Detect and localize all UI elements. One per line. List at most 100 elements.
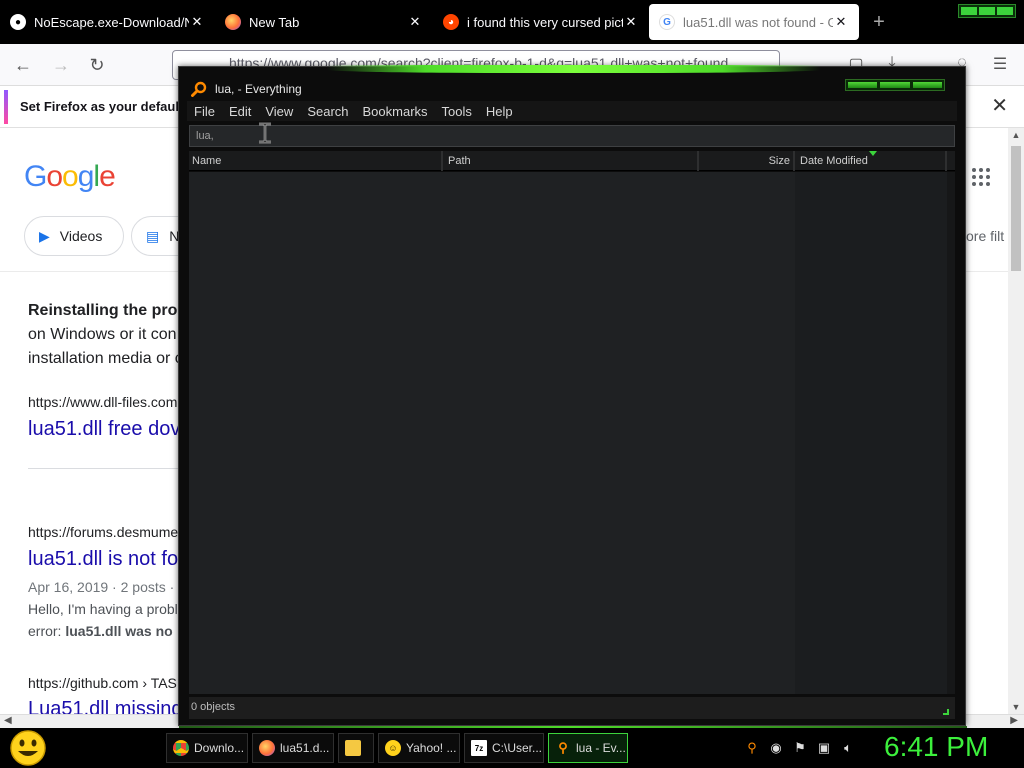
network-icon[interactable]: ▣ bbox=[816, 740, 832, 756]
window-glow bbox=[327, 65, 821, 73]
scroll-up-arrow-icon[interactable]: ▲ bbox=[1008, 128, 1024, 142]
result-title-link[interactable]: lua51.dll is not fo bbox=[28, 548, 178, 571]
scrollbar-thumb[interactable] bbox=[1011, 146, 1021, 271]
taskbar-label: Yahoo! ... bbox=[406, 741, 457, 755]
google-icon: G bbox=[659, 14, 675, 30]
taskbar-button-yahoo[interactable]: ☺ Yahoo! ... bbox=[378, 733, 460, 763]
menu-edit[interactable]: Edit bbox=[222, 104, 258, 119]
result-title-link[interactable]: lua51.dll free dov bbox=[28, 418, 180, 441]
play-icon: ▶ bbox=[39, 227, 50, 244]
action-center-flag-icon[interactable]: ⚑ bbox=[792, 740, 808, 756]
chat-tray-icon[interactable]: ◉ bbox=[768, 740, 784, 756]
folder-icon bbox=[345, 740, 361, 756]
search-input[interactable] bbox=[189, 125, 955, 147]
window-title: lua, - Everything bbox=[215, 82, 302, 96]
google-logo[interactable]: Google bbox=[24, 160, 116, 194]
taskbar-clock[interactable]: 6:41 PM bbox=[884, 731, 988, 763]
taskbar-button-explorer[interactable] bbox=[338, 733, 374, 763]
tab-new-tab[interactable]: New Tab ✕ bbox=[215, 0, 433, 44]
results-column-header: Name Path Size Date Modified bbox=[189, 151, 955, 171]
menu-help[interactable]: Help bbox=[479, 104, 520, 119]
window-controls[interactable] bbox=[958, 4, 1016, 18]
result-text: installation media or c bbox=[28, 350, 183, 367]
result-title-link[interactable]: Lua51.dll missing bbox=[28, 698, 183, 714]
firefox-tab-strip: ● NoEscape.exe-Download/NoE ✕ New Tab ✕ … bbox=[0, 0, 1024, 44]
back-arrow-icon[interactable]: ← bbox=[12, 54, 34, 76]
result-separator bbox=[28, 468, 178, 469]
github-icon: ● bbox=[10, 14, 26, 30]
taskbar-label: lua - Ev... bbox=[576, 741, 626, 755]
chip-label: Videos bbox=[59, 228, 103, 244]
filter-chip-videos[interactable]: ▶ Videos bbox=[24, 216, 124, 256]
result-url[interactable]: https://github.com › TAS bbox=[28, 675, 177, 691]
taskbar-button-everything[interactable]: ⚲ lua - Ev... bbox=[548, 733, 628, 763]
menu-view[interactable]: View bbox=[258, 104, 300, 119]
tab-reddit[interactable]: ◕ i found this very cursed pictur ✕ bbox=[433, 0, 649, 44]
firefox-icon bbox=[225, 14, 241, 30]
menu-file[interactable]: File bbox=[187, 104, 222, 119]
news-icon: ▤ bbox=[146, 227, 160, 244]
taskbar-button-firefox[interactable]: lua51.d... bbox=[252, 733, 334, 763]
google-apps-icon[interactable] bbox=[972, 168, 990, 186]
tab-github[interactable]: ● NoEscape.exe-Download/NoE ✕ bbox=[0, 0, 215, 44]
volume-icon[interactable]: 🔈︎ bbox=[840, 740, 856, 756]
tab-google-search[interactable]: G lua51.dll was not found - Goo ✕ bbox=[649, 4, 859, 40]
result-text: on Windows or it con bbox=[28, 326, 177, 343]
everything-window: lua, - Everything File Edit View Search … bbox=[178, 65, 967, 729]
menu-bookmarks[interactable]: Bookmarks bbox=[356, 104, 435, 119]
results-scrollbar[interactable] bbox=[947, 172, 955, 694]
desktop-screen: ● NoEscape.exe-Download/NoE ✕ New Tab ✕ … bbox=[0, 0, 1024, 768]
sort-descending-icon bbox=[869, 151, 877, 156]
new-tab-button[interactable]: + bbox=[859, 0, 899, 44]
menu-icon[interactable]: ☰ bbox=[990, 54, 1010, 74]
snippet-prefix: error: bbox=[28, 623, 66, 639]
everything-tray-icon[interactable]: ⚲ bbox=[744, 740, 760, 756]
menu-search[interactable]: Search bbox=[300, 104, 355, 119]
date-column-background bbox=[795, 172, 947, 694]
everything-magnifier-icon bbox=[191, 81, 207, 97]
start-smiley-icon[interactable] bbox=[8, 729, 48, 767]
menu-tools[interactable]: Tools bbox=[435, 104, 479, 119]
menu-bar: File Edit View Search Bookmarks Tools He… bbox=[187, 101, 957, 121]
close-icon[interactable]: ✕ bbox=[623, 14, 639, 30]
column-header-name[interactable]: Name bbox=[189, 151, 443, 171]
taskbar: Downlo... lua51.d... ☺ Yahoo! ... 7z C:\… bbox=[0, 728, 1024, 768]
text-cursor-icon bbox=[259, 122, 271, 144]
taskbar-button-7zip[interactable]: 7z C:\User... bbox=[464, 733, 544, 763]
result-snippet: Hello, I'm having a probl bbox=[28, 601, 178, 617]
tab-title: New Tab bbox=[249, 14, 300, 30]
tab-title: i found this very cursed pictur bbox=[467, 14, 623, 30]
taskbar-label: Downlo... bbox=[194, 741, 245, 755]
status-bar: 0 objects bbox=[189, 697, 955, 719]
notification-text: Set Firefox as your default b bbox=[20, 99, 195, 114]
tab-title: NoEscape.exe-Download/NoE bbox=[34, 14, 189, 30]
taskbar-label: C:\User... bbox=[492, 741, 543, 755]
close-icon[interactable]: ✕ bbox=[189, 14, 205, 30]
result-heading: Reinstalling the pro bbox=[28, 302, 178, 319]
scroll-right-arrow-icon[interactable]: ▶ bbox=[1010, 715, 1018, 726]
chrome-icon bbox=[173, 740, 189, 756]
object-count: 0 objects bbox=[191, 701, 236, 713]
taskbar-button-chrome[interactable]: Downlo... bbox=[166, 733, 248, 763]
scroll-down-arrow-icon[interactable]: ▼ bbox=[1008, 700, 1024, 714]
firefox-icon bbox=[259, 740, 275, 756]
resize-grip-icon[interactable] bbox=[943, 709, 949, 715]
close-icon[interactable]: ✕ bbox=[407, 14, 423, 30]
column-header-size[interactable]: Size bbox=[701, 151, 795, 171]
result-url[interactable]: https://www.dll-files.com bbox=[28, 394, 177, 410]
scroll-left-arrow-icon[interactable]: ◀ bbox=[4, 715, 12, 726]
close-icon[interactable]: ✕ bbox=[833, 14, 849, 30]
window-controls[interactable] bbox=[845, 79, 945, 91]
reddit-icon: ◕ bbox=[443, 14, 459, 30]
page-scrollbar[interactable]: ▲ ▼ bbox=[1008, 128, 1024, 714]
reload-icon[interactable]: ↻ bbox=[86, 54, 108, 76]
results-list[interactable] bbox=[189, 172, 955, 694]
notification-accent bbox=[4, 90, 8, 124]
snippet-bold: lua51.dll was no bbox=[65, 623, 173, 639]
more-filters-link[interactable]: ore filt bbox=[966, 228, 1004, 244]
column-header-path[interactable]: Path bbox=[445, 151, 699, 171]
result-url[interactable]: https://forums.desmume bbox=[28, 524, 178, 540]
7zip-icon: 7z bbox=[471, 740, 487, 756]
forward-arrow-icon[interactable]: → bbox=[50, 54, 72, 76]
notification-close-icon[interactable]: ✕ bbox=[991, 93, 1008, 118]
